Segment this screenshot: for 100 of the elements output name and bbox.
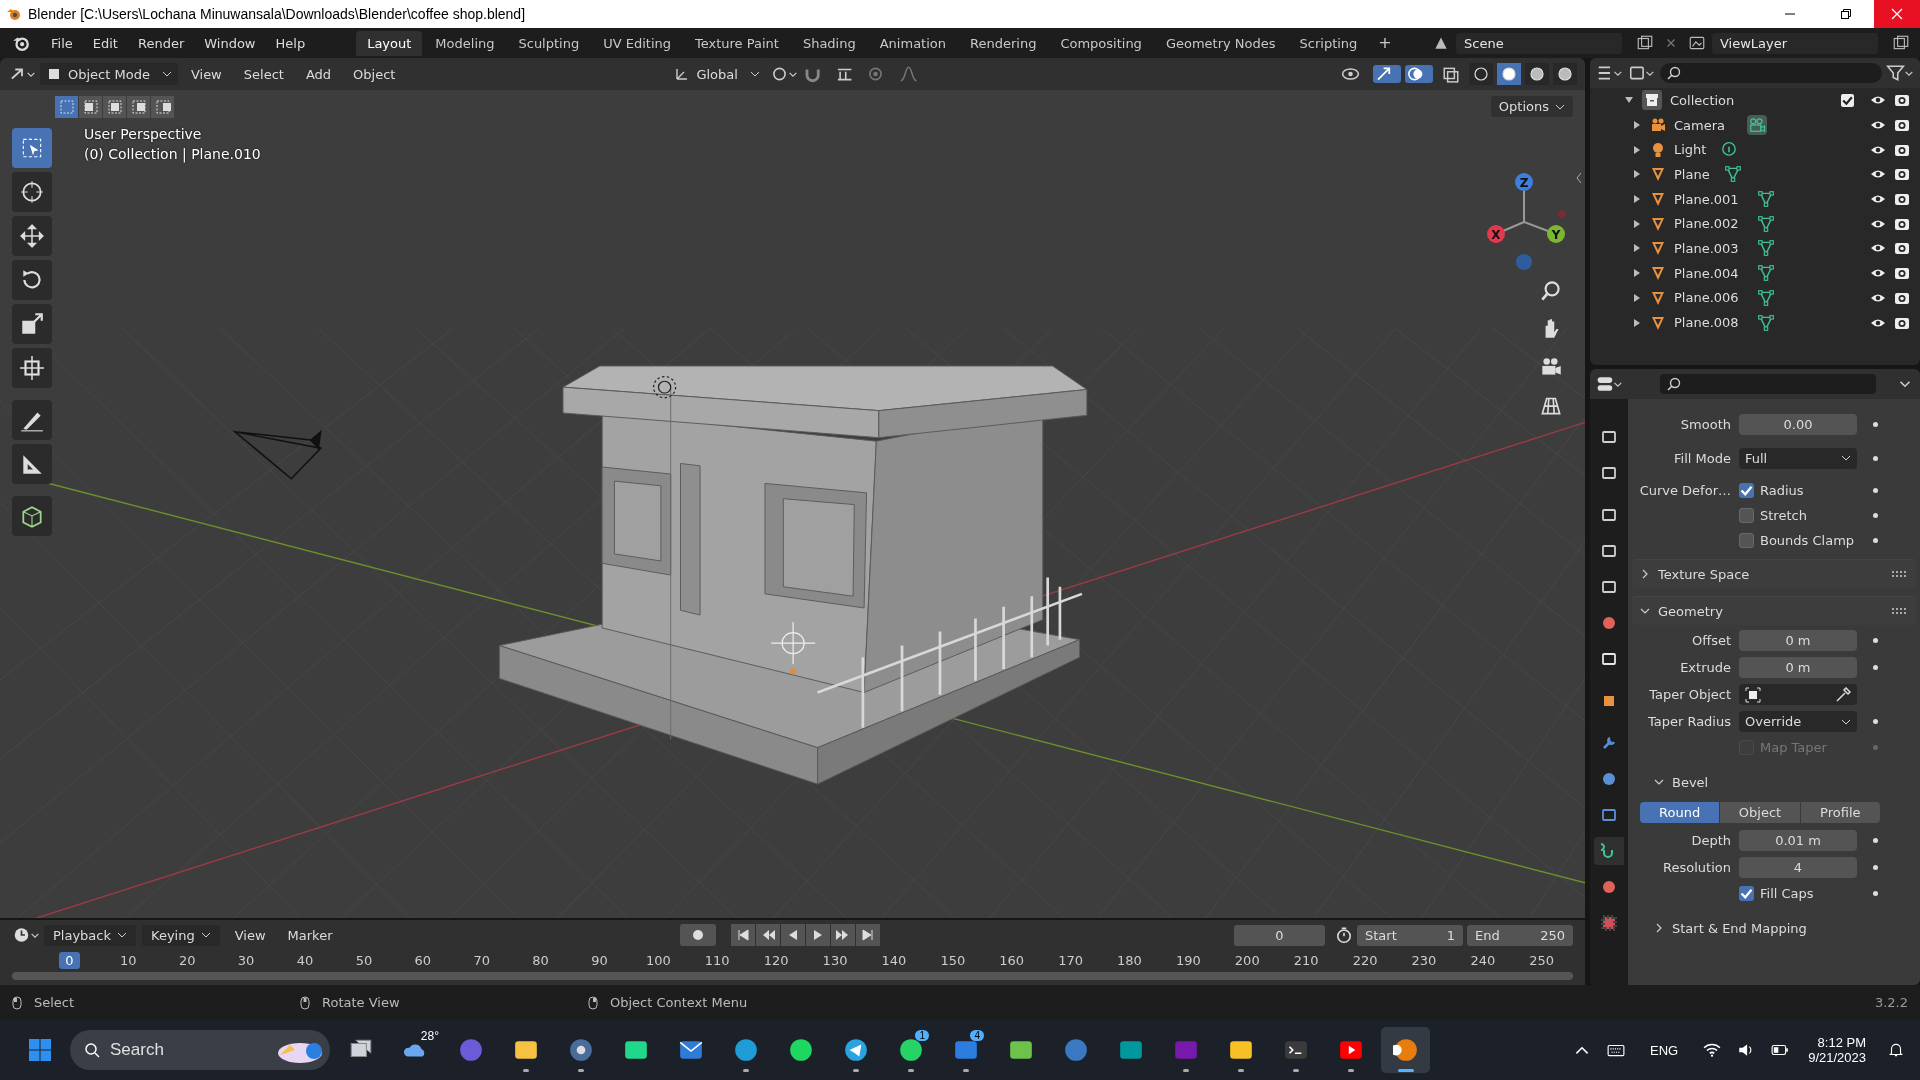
checkbox-label: Stretch bbox=[1760, 508, 1807, 523]
menu-item[interactable]: Help bbox=[266, 35, 315, 51]
frame-number: 250 bbox=[1528, 951, 1556, 969]
search-field[interactable]: Search bbox=[70, 1030, 330, 1070]
frame-number: 20 bbox=[177, 951, 197, 969]
menu-item[interactable]: Select bbox=[234, 63, 293, 85]
menu-item[interactable]: Marker bbox=[278, 924, 342, 946]
workspace-tab[interactable]: Geometry Nodes bbox=[1154, 30, 1287, 56]
outliner-item[interactable]: Plane bbox=[1674, 166, 1710, 182]
outliner-item[interactable]: Light bbox=[1674, 142, 1707, 158]
property-label: Fill Mode bbox=[1673, 450, 1731, 466]
frame-number: 150 bbox=[939, 951, 967, 969]
workspace-tab[interactable]: Sculpting bbox=[507, 30, 591, 56]
scene-field[interactable]: Scene bbox=[1456, 32, 1622, 54]
menu-item[interactable]: Window bbox=[195, 35, 265, 51]
view-layer-field[interactable]: ViewLayer bbox=[1712, 32, 1878, 54]
z-axis-handle[interactable]: Z bbox=[1515, 173, 1533, 191]
workspace-tab[interactable]: Shading bbox=[791, 30, 867, 56]
segment-button[interactable]: Object bbox=[1720, 802, 1801, 823]
workspace-tab[interactable]: Scripting bbox=[1288, 30, 1369, 56]
y-axis-handle[interactable]: Y bbox=[1547, 225, 1565, 243]
frame-number: 0 bbox=[59, 951, 80, 969]
add-workspace-button[interactable]: + bbox=[1370, 30, 1400, 56]
menu-item[interactable]: Render bbox=[128, 35, 194, 51]
frame-number: 230 bbox=[1410, 951, 1438, 969]
outliner-item[interactable]: Plane.002 bbox=[1674, 216, 1739, 232]
status-hint: Select bbox=[34, 995, 75, 1010]
options-dropdown[interactable]: Options bbox=[1490, 96, 1573, 117]
menu-item[interactable]: Playback bbox=[44, 924, 136, 946]
frame-number: 120 bbox=[762, 951, 790, 969]
dropdown[interactable]: Full bbox=[1739, 447, 1857, 469]
menu-item[interactable]: Object bbox=[344, 63, 405, 85]
window-title: Blender [C:\Users\Lochana Minuwansala\Downloads\Blender\coffee shop.blend] bbox=[28, 6, 527, 22]
workspace-tab[interactable]: Rendering bbox=[959, 30, 1048, 56]
workspace-tab[interactable]: UV Editing bbox=[592, 30, 682, 56]
dropdown[interactable]: Override bbox=[1739, 711, 1857, 732]
segment-button[interactable]: Profile bbox=[1800, 802, 1880, 823]
workspace-tab[interactable]: Compositing bbox=[1049, 30, 1153, 56]
checkbox-label: Map Taper bbox=[1760, 740, 1827, 755]
workspace-tab[interactable]: Animation bbox=[868, 30, 957, 56]
frame-number: 40 bbox=[295, 951, 315, 969]
frame-number: 60 bbox=[413, 951, 433, 969]
clock[interactable]: 8:12 PM 9/21/2023 bbox=[1808, 1035, 1866, 1065]
property-label: Curve Defor… bbox=[1638, 483, 1731, 498]
version-label: 3.2.2 bbox=[1874, 995, 1908, 1010]
end-frame-field[interactable]: End 250 bbox=[1467, 924, 1573, 946]
outliner-item[interactable]: Camera bbox=[1674, 117, 1726, 133]
number-field[interactable]: 0 m bbox=[1739, 657, 1857, 678]
number-field[interactable]: 0.01 m bbox=[1739, 830, 1857, 851]
status-hint: Rotate View bbox=[322, 995, 400, 1010]
outliner-item[interactable]: Plane.006 bbox=[1674, 290, 1739, 306]
notification-badge: 1 bbox=[915, 1030, 929, 1041]
menu-item[interactable]: Add bbox=[296, 63, 341, 85]
workspace-tab[interactable]: Layout bbox=[356, 30, 423, 56]
menu-item[interactable]: View bbox=[225, 924, 275, 946]
segment-button[interactable]: Round bbox=[1640, 802, 1721, 823]
frame-number: 30 bbox=[236, 951, 256, 969]
menu-item[interactable]: Keying bbox=[142, 924, 220, 946]
taskbar-app[interactable]: 1 bbox=[886, 1027, 935, 1073]
frame-number: 180 bbox=[1116, 951, 1143, 969]
frame-number: 80 bbox=[531, 951, 550, 969]
number-field[interactable]: 4 bbox=[1739, 857, 1857, 878]
taskbar-app[interactable]: 4 bbox=[941, 1027, 990, 1073]
frame-number: 90 bbox=[590, 951, 609, 969]
property-label: Extrude bbox=[1679, 660, 1731, 675]
menu-item[interactable]: Edit bbox=[83, 35, 127, 51]
frame-number: 210 bbox=[1292, 951, 1320, 969]
frame-number: 100 bbox=[644, 951, 672, 969]
property-label: Offset bbox=[1690, 633, 1731, 648]
checkbox-label: Fill Caps bbox=[1760, 886, 1814, 901]
outliner-item[interactable]: Collection bbox=[1670, 92, 1735, 108]
current-frame-field[interactable]: 0 bbox=[1234, 924, 1325, 946]
language-indicator[interactable]: ENG bbox=[1650, 1042, 1679, 1058]
frame-number: 70 bbox=[472, 951, 491, 969]
mode-dropdown[interactable]: Object Mode bbox=[40, 63, 178, 85]
frame-number: 240 bbox=[1469, 951, 1497, 969]
taskbar-app[interactable]: 28° bbox=[391, 1027, 440, 1073]
frame-number: 220 bbox=[1351, 951, 1379, 969]
number-field[interactable]: 0 m bbox=[1739, 630, 1857, 651]
selection-info: (0) Collection | Plane.010 bbox=[84, 146, 261, 162]
frame-number: 160 bbox=[998, 951, 1026, 969]
frame-number: 140 bbox=[880, 951, 908, 969]
status-hint: Object Context Menu bbox=[610, 995, 748, 1010]
menu-item[interactable]: File bbox=[42, 35, 82, 51]
frame-number: 130 bbox=[821, 951, 849, 969]
outliner-item[interactable]: Plane.001 bbox=[1674, 191, 1739, 207]
property-label: Taper Radius bbox=[1646, 714, 1731, 729]
start-frame-field[interactable]: Start 1 bbox=[1357, 924, 1463, 946]
x-axis-handle[interactable]: X bbox=[1487, 225, 1505, 243]
outliner-item[interactable]: Plane.008 bbox=[1674, 315, 1739, 331]
frame-number: 10 bbox=[119, 951, 138, 969]
outliner-item[interactable]: Plane.003 bbox=[1674, 240, 1739, 256]
menu-item[interactable]: View bbox=[181, 63, 231, 85]
workspace-tab[interactable]: Texture Paint bbox=[684, 30, 790, 56]
outliner-item[interactable]: Plane.004 bbox=[1674, 265, 1739, 281]
frame-number: 200 bbox=[1233, 951, 1261, 969]
workspace-tab[interactable]: Modeling bbox=[424, 30, 506, 56]
property-label: Taper Object bbox=[1648, 687, 1731, 702]
frame-number: 190 bbox=[1174, 951, 1202, 969]
number-field[interactable]: 0.00 bbox=[1739, 414, 1857, 435]
